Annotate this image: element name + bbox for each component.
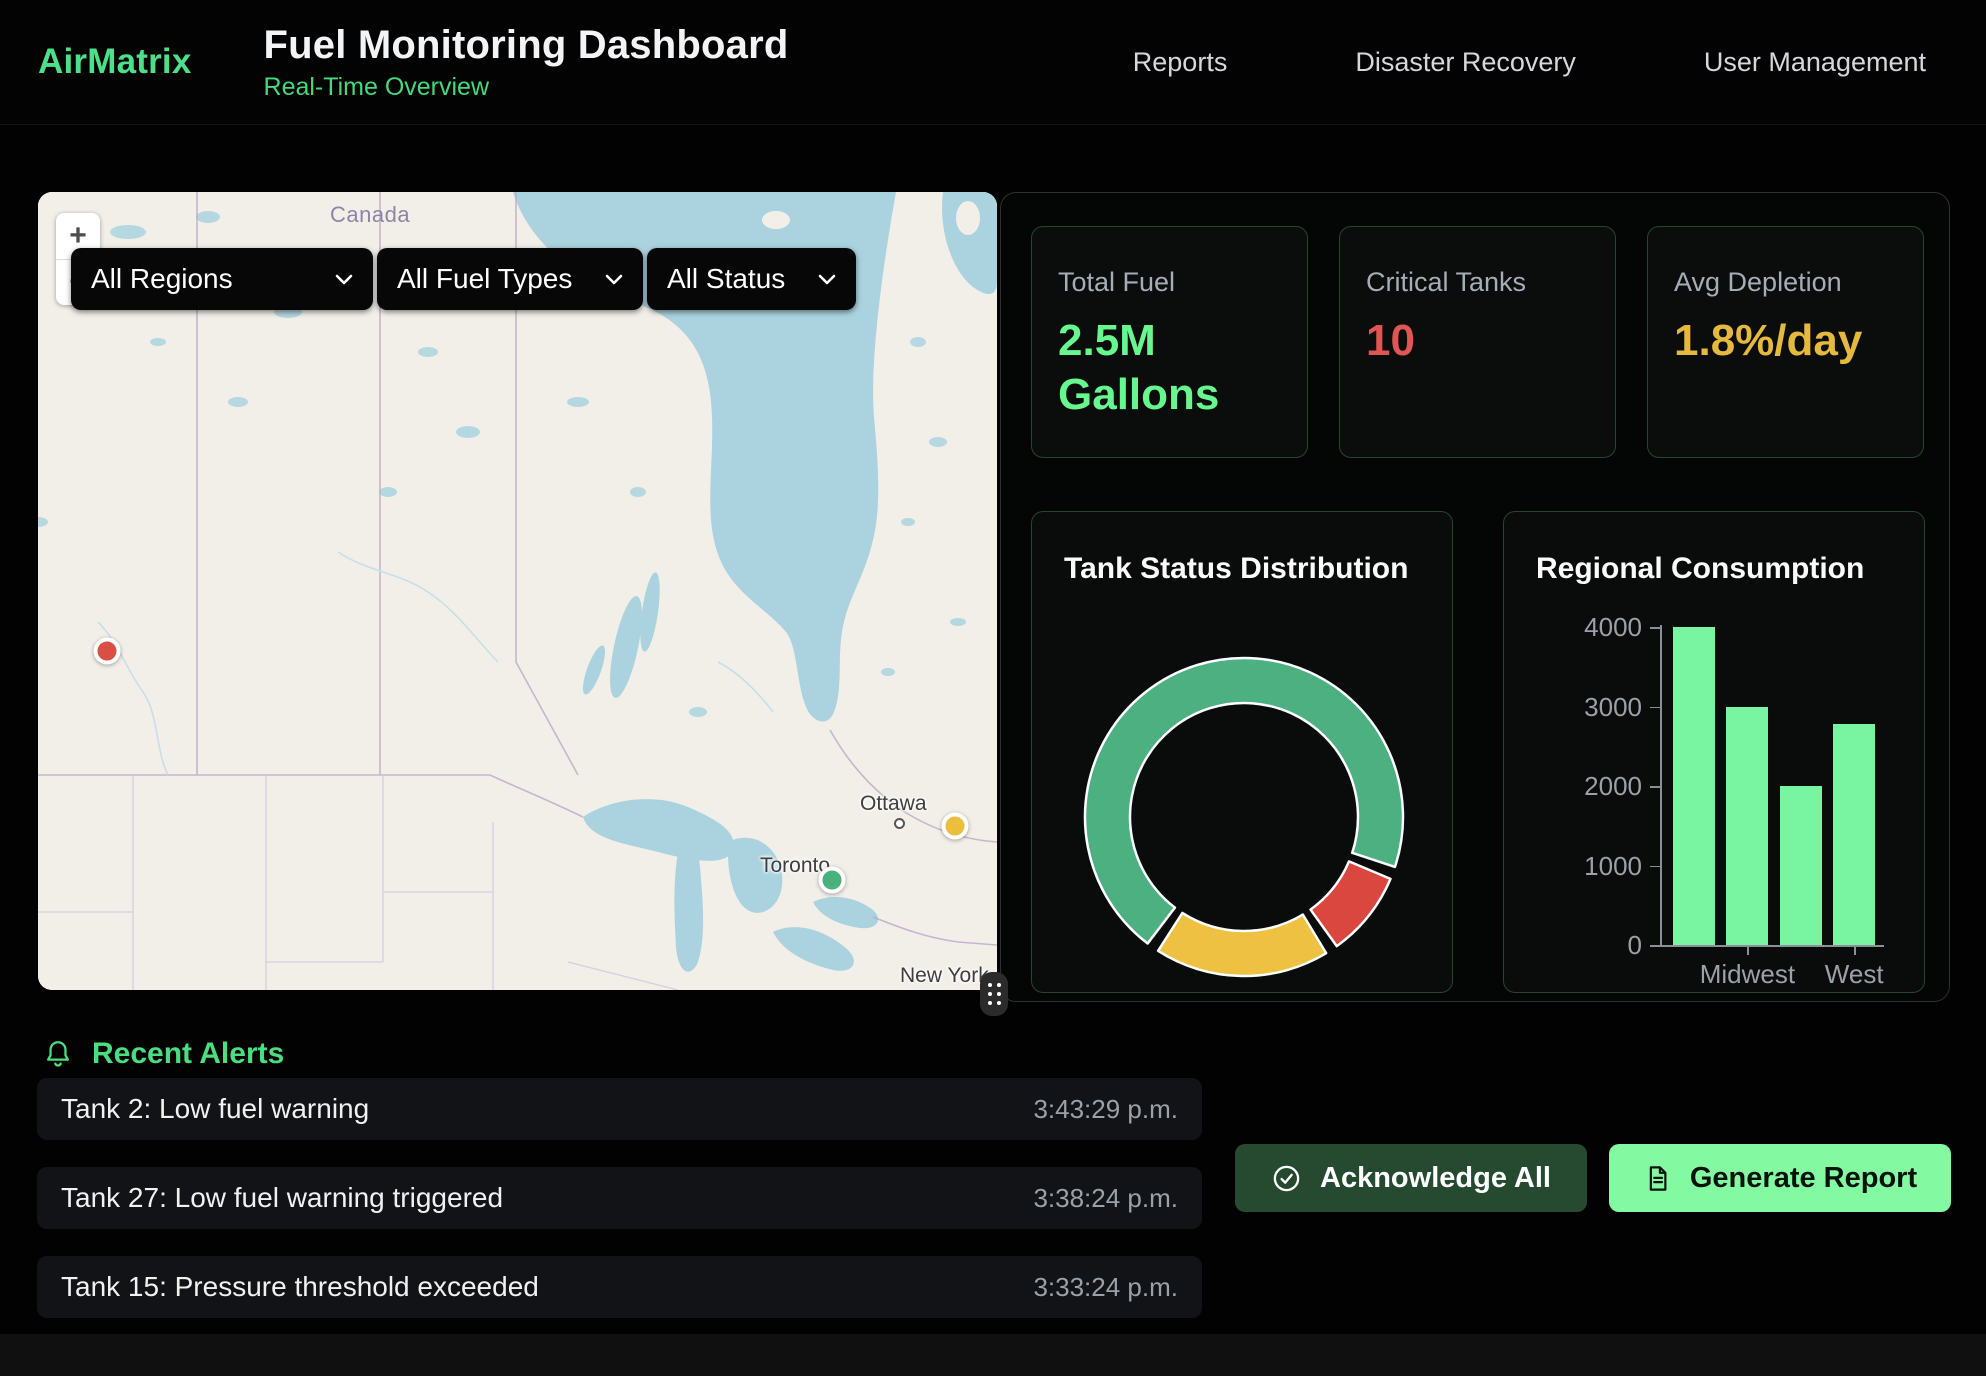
stat-value: 1.8%/day: [1674, 314, 1879, 368]
x-tick-label: West: [1794, 959, 1914, 990]
stat-value: 10: [1366, 314, 1571, 368]
y-axis-line: [1660, 625, 1662, 945]
stat-value: 2.5M Gallons: [1058, 314, 1263, 421]
check-circle-icon: [1271, 1163, 1302, 1194]
y-tick-mark: [1650, 707, 1660, 709]
tank-marker-critical[interactable]: [94, 637, 121, 664]
stat-label: Critical Tanks: [1366, 267, 1589, 298]
metrics-panel: Total Fuel 2.5M Gallons Critical Tanks 1…: [1000, 192, 1950, 1002]
generate-report-button[interactable]: Generate Report: [1609, 1144, 1951, 1212]
alert-row: Tank 15: Pressure threshold exceeded 3:3…: [37, 1256, 1202, 1318]
bar-region-1: [1726, 707, 1768, 946]
generate-report-label: Generate Report: [1690, 1162, 1917, 1195]
tank-marker-normal[interactable]: [819, 866, 846, 893]
page-title: Fuel Monitoring Dashboard: [264, 23, 789, 68]
regional-consumption-bar-chart: 0 1000 2000 3000 4000 MidwestWest: [1504, 512, 1925, 993]
brand-logo: AirMatrix: [38, 42, 192, 82]
y-tick-label: 4000: [1504, 612, 1642, 643]
tank-status-chart-card: Tank Status Distribution: [1031, 511, 1453, 993]
chevron-down-icon: [335, 274, 353, 285]
alert-text: Tank 2: Low fuel warning: [61, 1093, 369, 1125]
x-tick-mark: [1747, 947, 1749, 955]
x-axis-line: [1660, 945, 1884, 947]
nav-item-disaster-recovery[interactable]: Disaster Recovery: [1355, 47, 1576, 78]
y-tick-mark: [1650, 786, 1660, 788]
bell-icon: [42, 1038, 74, 1070]
region-filter-value: All Regions: [91, 263, 233, 295]
bar-region-0: [1673, 627, 1715, 945]
acknowledge-all-button[interactable]: Acknowledge All: [1235, 1144, 1587, 1212]
alert-text: Tank 15: Pressure threshold exceeded: [61, 1271, 539, 1303]
fuel-type-filter-select[interactable]: All Fuel Types: [377, 248, 643, 310]
y-tick-label: 2000: [1504, 771, 1642, 802]
y-tick-label: 3000: [1504, 692, 1642, 723]
alert-time: 3:33:24 p.m.: [1033, 1272, 1178, 1303]
alert-row: Tank 2: Low fuel warning 3:43:29 p.m.: [37, 1078, 1202, 1140]
x-tick-label: Midwest: [1687, 959, 1807, 990]
app-header: AirMatrix Fuel Monitoring Dashboard Real…: [0, 0, 1986, 125]
nav-item-user-management[interactable]: User Management: [1704, 47, 1926, 78]
status-filter-value: All Status: [667, 263, 785, 295]
alerts-title: Recent Alerts: [92, 1037, 284, 1071]
map-filters: All Regions All Fuel Types All Status: [71, 248, 856, 310]
y-tick-label: 1000: [1504, 851, 1642, 882]
nav-item-reports[interactable]: Reports: [1133, 47, 1228, 78]
acknowledge-all-label: Acknowledge All: [1320, 1162, 1551, 1195]
regional-consumption-chart-card: Regional Consumption 01000200030004000Mi…: [1503, 511, 1925, 993]
fuel-type-filter-value: All Fuel Types: [397, 263, 572, 295]
alerts-header: Recent Alerts: [42, 1037, 284, 1071]
alert-time: 3:43:29 p.m.: [1033, 1094, 1178, 1125]
stat-card-avg-depletion: Avg Depletion 1.8%/day: [1647, 226, 1924, 458]
chevron-down-icon: [818, 274, 836, 285]
status-filter-select[interactable]: All Status: [647, 248, 856, 310]
footer-strip: [0, 1334, 1986, 1376]
bar-region-2: [1780, 786, 1822, 945]
alert-text: Tank 27: Low fuel warning triggered: [61, 1182, 503, 1214]
tank-status-donut-chart: [1032, 554, 1453, 993]
y-tick-mark: [1650, 945, 1660, 947]
bar-region-3: [1833, 724, 1875, 945]
title-block: Fuel Monitoring Dashboard Real-Time Over…: [264, 23, 789, 102]
page-subtitle: Real-Time Overview: [264, 73, 789, 102]
alert-row: Tank 27: Low fuel warning triggered 3:38…: [37, 1167, 1202, 1229]
main-nav: Reports Disaster Recovery User Managemen…: [1133, 47, 1926, 78]
region-filter-select[interactable]: All Regions: [71, 248, 373, 310]
donut-segment-warning: [1158, 913, 1326, 976]
y-tick-mark: [1650, 627, 1660, 629]
fuel-sites-map[interactable]: Canada + − All Regions All Fuel Types Al…: [38, 192, 997, 990]
alert-time: 3:38:24 p.m.: [1033, 1183, 1178, 1214]
x-tick-mark: [1854, 947, 1856, 955]
stat-card-critical-tanks: Critical Tanks 10: [1339, 226, 1616, 458]
map-resize-handle[interactable]: [980, 972, 1008, 1016]
document-icon: [1643, 1164, 1672, 1193]
tank-marker-warning[interactable]: [941, 812, 968, 839]
chevron-down-icon: [605, 274, 623, 285]
y-tick-mark: [1650, 866, 1660, 868]
y-tick-label: 0: [1504, 930, 1642, 961]
donut-segment-critical: [1311, 861, 1391, 946]
stat-label: Total Fuel: [1058, 267, 1281, 298]
stat-label: Avg Depletion: [1674, 267, 1897, 298]
markers-layer: [38, 192, 997, 990]
stat-card-total-fuel: Total Fuel 2.5M Gallons: [1031, 226, 1308, 458]
